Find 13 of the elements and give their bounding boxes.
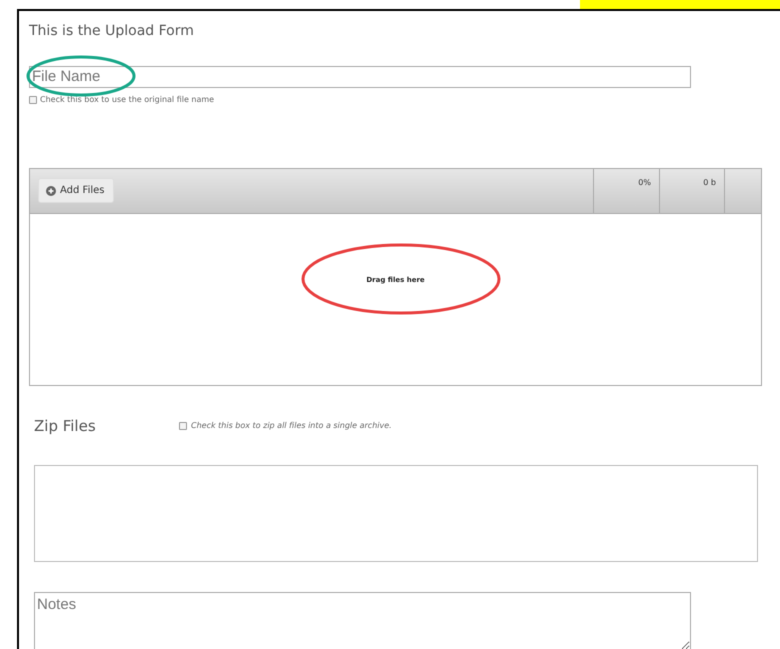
form-title: This is the Upload Form [29, 23, 195, 41]
notes-field[interactable]: Notes [34, 592, 691, 649]
plus-icon [46, 186, 56, 196]
zip-files-label: Zip Files [34, 416, 97, 435]
file-name-field[interactable]: File Name [29, 66, 691, 88]
checkbox[interactable] [29, 96, 37, 104]
text-area[interactable] [34, 464, 758, 562]
add-files-button[interactable]: Add Files [38, 178, 114, 203]
checkbox[interactable] [179, 422, 187, 430]
progress-percent: 0% [638, 178, 651, 187]
checkbox-label: Check this box to zip all files into a single archive. [191, 421, 392, 430]
checkbox-label: Check this box to use the original file name [40, 95, 214, 104]
total-size: 0 b [703, 178, 716, 187]
